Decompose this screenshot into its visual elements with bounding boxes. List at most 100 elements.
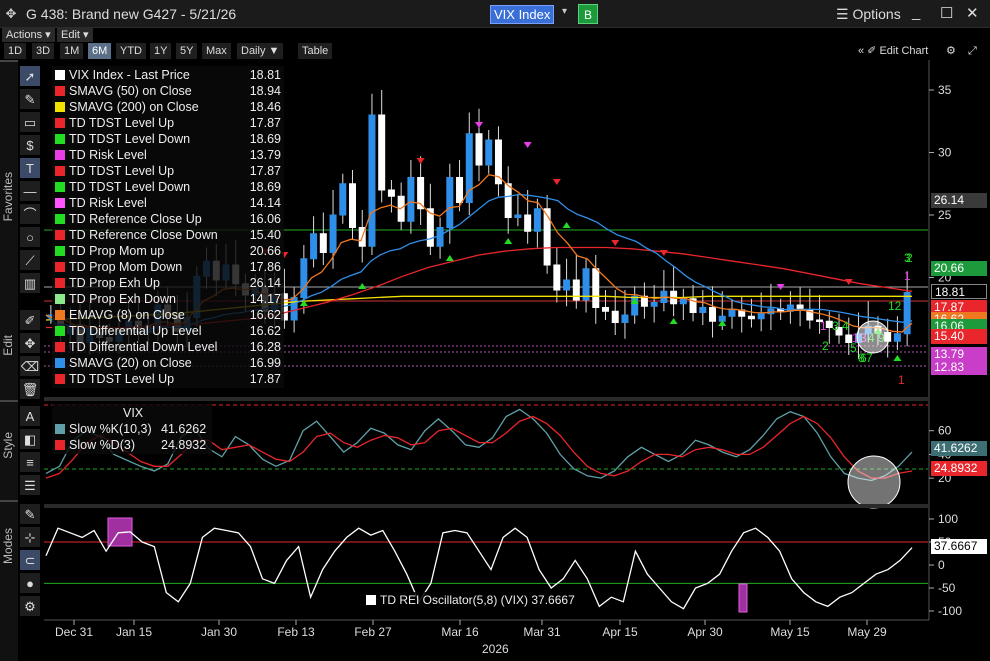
rei-legend-value: 37.6667 [531, 593, 575, 607]
legend-swatch [55, 342, 65, 352]
price-tag: 20.66 [931, 261, 987, 276]
legend-row[interactable]: TD Reference Close Up 16.06 [55, 211, 281, 227]
legend-series-name: TD Differential Down Level [69, 340, 218, 354]
td-sell-arrow [611, 240, 620, 246]
legend-row[interactable]: TD Reference Close Down 15.40 [55, 227, 281, 243]
rei-legend: TD REI Oscillator(5,8) (VIX) 37.6667 [362, 592, 579, 608]
price-tag: 18.81 [931, 284, 987, 299]
legend-series-name: SMAVG (200) on Close [69, 100, 199, 114]
stoch-legend-row[interactable]: Slow %K(10,3) 41.6262 [55, 421, 209, 437]
td-sell-arrow [475, 122, 483, 128]
x-tick-label: Mar 16 [441, 625, 479, 639]
legend-row[interactable]: TD TDST Level Down 18.69 [55, 179, 281, 195]
legend-series-value: 16.99 [249, 356, 281, 370]
stoch-series-value: 41.6262 [161, 422, 207, 436]
td-sell-arrow [523, 142, 532, 148]
x-tick-label: Feb 27 [354, 625, 392, 639]
x-tick-label: May 15 [770, 625, 810, 639]
candle-body [329, 214, 337, 253]
candle-body [611, 310, 619, 323]
rei-tick-label: -100 [938, 604, 962, 618]
legend-row[interactable]: TD Risk Level 14.14 [55, 195, 281, 211]
rei-swatch [366, 595, 376, 605]
stoch-k-tag: 41.6262 [931, 441, 987, 456]
candle-body [339, 183, 347, 216]
legend-row[interactable]: SMAVG (20) on Close 16.99 [55, 355, 281, 371]
candle-body [319, 233, 327, 253]
candle-body [553, 264, 561, 291]
legend-series-name: TD Risk Level [69, 148, 147, 162]
legend-swatch [55, 182, 65, 192]
legend-swatch [55, 374, 65, 384]
td-buy-arrow [445, 255, 454, 261]
legend-series-name: EMAVG (8) on Close [69, 308, 185, 322]
td-count-label: 3 [904, 251, 911, 265]
legend-swatch [55, 440, 65, 450]
candle-body [757, 313, 765, 320]
price-tag: 12.83 [931, 360, 987, 375]
rei-tick-label: 100 [938, 512, 958, 526]
stoch-legend-row[interactable]: Slow %D(3) 24.8932 [55, 437, 209, 453]
candle-body [679, 298, 687, 305]
legend-row[interactable]: TD TDST Level Up 17.87 [55, 371, 281, 387]
legend-row[interactable]: TD Prop Exh Up 26.14 [55, 275, 281, 291]
td-count-label: 6 [860, 351, 867, 365]
legend-series-name: TD TDST Level Down [69, 132, 191, 146]
legend-row[interactable]: TD TDST Level Up 17.87 [55, 115, 281, 131]
legend-row[interactable]: TD Risk Level 13.79 [55, 147, 281, 163]
pane-resize-handle[interactable] [44, 504, 929, 508]
legend-row[interactable]: EMAVG (8) on Close 16.62 [55, 307, 281, 323]
candle-body [728, 309, 736, 317]
pane-resize-handle[interactable] [44, 397, 929, 401]
legend-swatch [55, 424, 65, 434]
legend-series-value: 18.94 [249, 84, 281, 98]
legend-row[interactable]: TD Prop Mom Down 17.86 [55, 259, 281, 275]
candle-body [533, 208, 541, 232]
legend-series-value: 18.69 [249, 180, 281, 194]
candle-body [650, 302, 658, 307]
legend-series-value: 20.66 [249, 244, 281, 258]
candle-body [456, 177, 464, 203]
legend-row[interactable]: TD TDST Level Up 17.87 [55, 163, 281, 179]
legend-swatch [55, 294, 65, 304]
legend-series-name: TD Differential Up Level [69, 324, 202, 338]
legend-row[interactable]: TD Differential Down Level 16.28 [55, 339, 281, 355]
price-tag: 15.40 [931, 329, 987, 344]
legend-series-name: TD TDST Level Up [69, 116, 175, 130]
legend-series-name: SMAVG (50) on Close [69, 84, 192, 98]
td-count-label: 1 [820, 319, 827, 333]
legend-series-value: 16.62 [249, 324, 281, 338]
legend-row[interactable]: TD Prop Mom up 20.66 [55, 243, 281, 259]
candle-body [475, 133, 483, 166]
candle-body [572, 279, 580, 301]
legend-row[interactable]: TD TDST Level Down 18.69 [55, 131, 281, 147]
td-count-label: 1 [898, 373, 905, 387]
legend-row[interactable]: SMAVG (50) on Close 18.94 [55, 83, 281, 99]
legend-series-name: TD TDST Level Up [69, 164, 175, 178]
legend-row[interactable]: TD Differential Up Level 16.62 [55, 323, 281, 339]
price-tag: 26.14 [931, 193, 987, 208]
legend-swatch [55, 198, 65, 208]
highlight-circle [847, 455, 901, 509]
legend-row[interactable]: SMAVG (200) on Close 18.46 [55, 99, 281, 115]
candle-body [514, 214, 522, 218]
x-tick-label: Feb 13 [277, 625, 315, 639]
legend-swatch [55, 70, 65, 80]
legend-series-value: 26.14 [249, 276, 281, 290]
legend-swatch [55, 166, 65, 176]
highlight-circle [856, 320, 890, 354]
stoch-d-tag: 24.8932 [931, 461, 987, 476]
candle-body [504, 183, 512, 218]
candle-body [709, 307, 717, 322]
rei-tick-label: -50 [938, 581, 956, 595]
x-tick-label: Apr 15 [602, 625, 638, 639]
candle-body [310, 233, 318, 260]
year-label: 2026 [482, 642, 509, 656]
legend-swatch [55, 310, 65, 320]
rei-tick-label: 0 [938, 558, 945, 572]
legend-row[interactable]: TD Prop Exh Down 14.17 [55, 291, 281, 307]
legend-swatch [55, 102, 65, 112]
legend-series-name: VIX Index - Last Price [69, 68, 190, 82]
legend-row[interactable]: VIX Index - Last Price 18.81 [55, 67, 281, 83]
legend-swatch [55, 326, 65, 336]
